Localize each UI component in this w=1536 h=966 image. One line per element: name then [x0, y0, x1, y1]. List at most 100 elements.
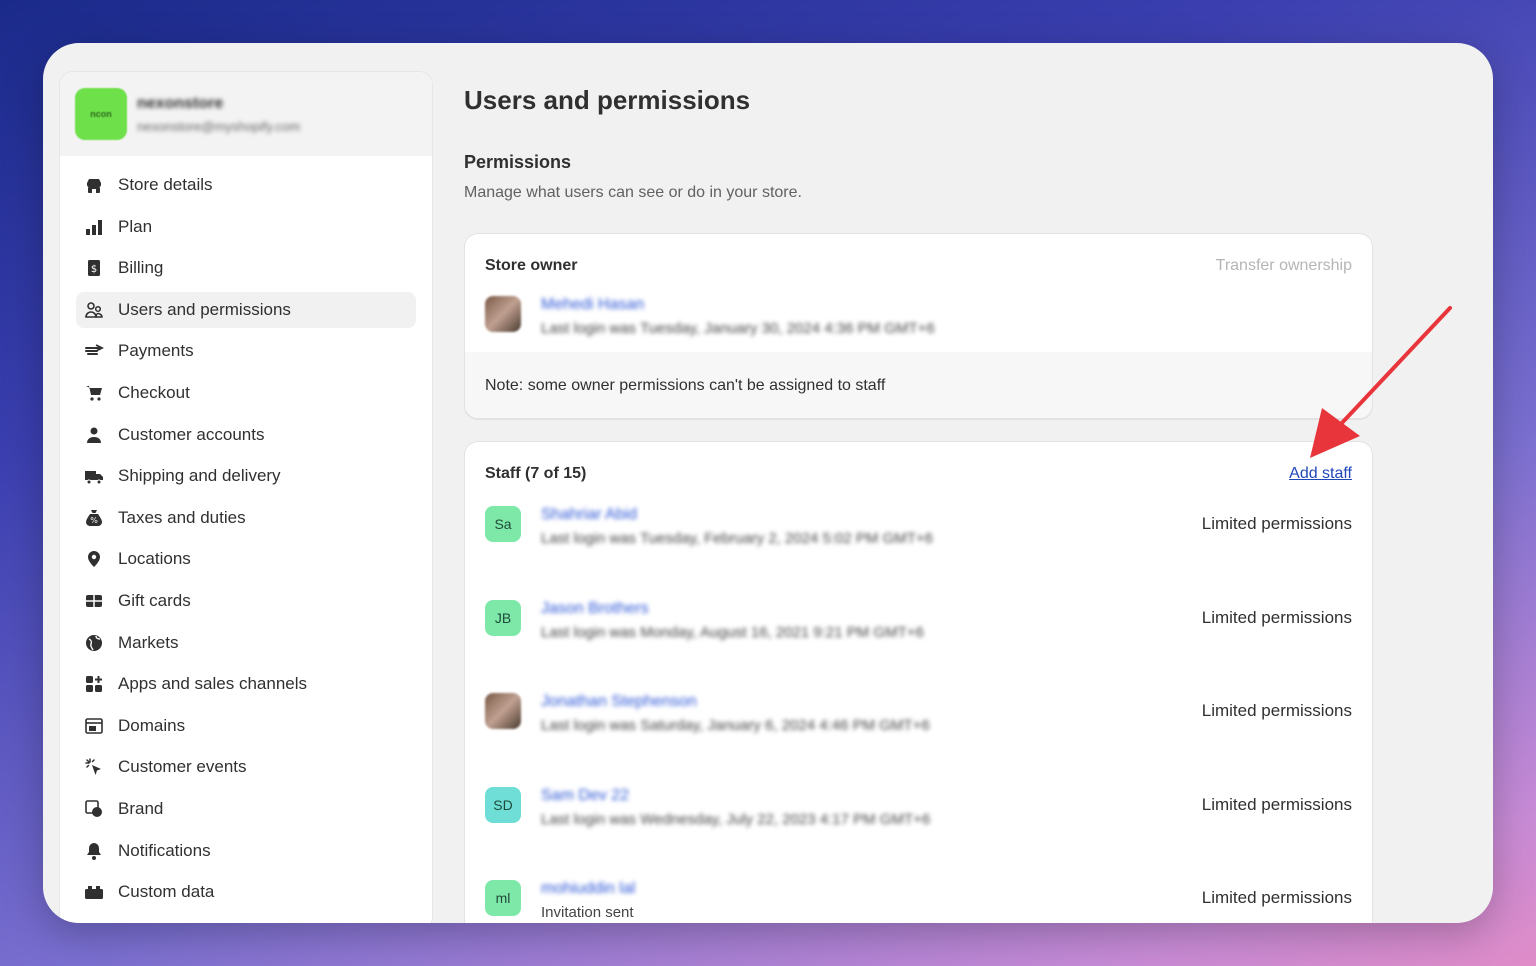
staff-permission-level: Limited permissions — [1201, 888, 1352, 907]
person-icon — [84, 425, 104, 445]
sidebar-item-label: Checkout — [118, 382, 190, 402]
sidebar-item-users-and-permissions[interactable]: Users and permissions — [76, 291, 416, 328]
sidebar-item-label: Users and permissions — [118, 299, 291, 319]
bell-icon — [84, 841, 104, 861]
sidebar-item-gift-cards[interactable]: Gift cards — [76, 583, 416, 619]
sidebar-item-label: Customer accounts — [118, 424, 265, 444]
staff-row[interactable]: JB Jason Brothers Last login was Monday, A… — [485, 599, 924, 641]
gift-card-icon — [84, 591, 104, 611]
staff-last-login: Invitation sent — [541, 904, 634, 921]
owner-note: Note: some owner permissions can't be as… — [465, 352, 1372, 418]
settings-nav: Store details Plan $ Billing Users and permi… — [60, 156, 432, 910]
brand-icon — [84, 799, 104, 819]
staff-avatar: Sa — [485, 506, 521, 542]
payments-icon — [84, 341, 104, 361]
staff-permission-level: Limited permissions — [1201, 607, 1352, 627]
svg-text:$: $ — [91, 264, 97, 275]
add-staff-button[interactable]: Add staff — [1289, 465, 1352, 483]
sidebar-item-payments[interactable]: Payments — [76, 333, 416, 369]
owner-last-login: Last login was Tuesday, January 30, 2024… — [541, 320, 935, 337]
store-owner-card: Store owner Transfer ownership Mehedi Ha… — [464, 233, 1373, 419]
sidebar-item-label: Brand — [118, 798, 164, 818]
staff-card: Staff (7 of 15) Add staff Sa Shahriar Abi… — [464, 441, 1373, 923]
plan-icon — [84, 217, 104, 237]
sidebar-item-label: Store details — [118, 175, 213, 194]
tax-icon: % — [84, 508, 104, 528]
settings-sidebar: ncon nexonstore nexonstore@myshopify.com… — [59, 71, 433, 923]
sidebar-item-custom-data[interactable]: Custom data — [76, 874, 416, 910]
staff-title: Staff (7 of 15) — [485, 465, 587, 482]
sidebar-item-label: Plan — [118, 216, 153, 236]
page-title: Users and permissions — [464, 85, 751, 115]
staff-avatar: ml — [485, 880, 521, 916]
billing-icon: $ — [84, 258, 104, 278]
staff-permission-level: Limited permissions — [1201, 794, 1352, 814]
staff-last-login: Last login was Wednesday, July 22, 2023 … — [541, 810, 931, 828]
sidebar-item-plan[interactable]: Plan — [76, 209, 416, 245]
staff-name[interactable]: mohiuddin lal — [541, 880, 635, 898]
transfer-ownership-button[interactable]: Transfer ownership — [1216, 257, 1352, 275]
main-content: Users and permissions Permissions Manage… — [464, 43, 1493, 923]
staff-name[interactable]: Shahriar Abid — [541, 506, 933, 524]
staff-row[interactable]: Sa Shahriar Abid Last login was Tuesday, F… — [485, 506, 933, 547]
custom-data-icon — [84, 882, 104, 902]
owner-name[interactable]: Mehedi Hasan — [541, 296, 935, 314]
sidebar-item-markets[interactable]: Markets — [76, 625, 416, 661]
sidebar-item-label: Billing — [118, 258, 164, 278]
store-email: nexonstore@myshopify.com — [137, 118, 301, 134]
staff-name[interactable]: Sam Dev 22 — [541, 787, 930, 805]
staff-row[interactable]: Jonathan Stephenson Last login was Saturd… — [485, 693, 930, 734]
staff-last-login: Last login was Monday, August 16, 2021 9… — [541, 623, 924, 641]
store-header[interactable]: ncon nexonstore nexonstore@myshopify.com — [60, 72, 432, 156]
sidebar-item-customer-accounts[interactable]: Customer accounts — [76, 417, 416, 453]
staff-avatar: SD — [485, 786, 521, 823]
sidebar-item-apps-and-sales-channels[interactable]: Apps and sales channels — [76, 666, 416, 702]
sidebar-item-billing[interactable]: $ Billing — [76, 250, 416, 286]
sidebar-item-label: Apps and sales channels — [118, 674, 308, 694]
sidebar-item-locations[interactable]: Locations — [76, 541, 416, 577]
svg-text:%: % — [90, 516, 98, 525]
staff-row[interactable]: SD Sam Dev 22 Last login was Wednesday, Ju… — [485, 786, 931, 828]
sidebar-item-store-details[interactable]: Store details — [76, 167, 416, 203]
truck-icon — [84, 466, 104, 486]
apps-icon — [84, 674, 104, 694]
sidebar-item-label: Custom data — [118, 882, 215, 902]
staff-name[interactable]: Jason Brothers — [541, 600, 924, 618]
domains-icon — [84, 716, 104, 736]
sidebar-item-label: Notifications — [118, 840, 211, 860]
sidebar-item-taxes-and-duties[interactable]: % Taxes and duties — [76, 500, 416, 536]
users-icon — [84, 300, 104, 320]
store-icon — [84, 175, 104, 195]
sidebar-item-label: Locations — [118, 549, 191, 569]
permissions-heading: Permissions — [464, 152, 572, 172]
owner-row[interactable]: Mehedi Hasan Last login was Tuesday, Jan… — [485, 296, 935, 337]
globe-icon — [84, 633, 104, 653]
cursor-click-icon — [84, 757, 104, 777]
sidebar-item-label: Taxes and duties — [118, 507, 246, 527]
sidebar-item-customer-events[interactable]: Customer events — [76, 749, 416, 785]
sidebar-item-label: Shipping and delivery — [118, 466, 281, 486]
staff-avatar — [485, 693, 521, 729]
sidebar-item-domains[interactable]: Domains — [76, 708, 416, 744]
staff-permission-level: Limited permissions — [1201, 701, 1352, 720]
staff-last-login: Last login was Saturday, January 6, 2024… — [541, 717, 930, 734]
staff-last-login: Last login was Tuesday, February 2, 2024… — [541, 530, 934, 547]
staff-row[interactable]: ml mohiuddin lal Invitation sent — [485, 880, 635, 921]
sidebar-item-shipping-and-delivery[interactable]: Shipping and delivery — [76, 458, 416, 494]
sidebar-item-notifications[interactable]: Notifications — [76, 833, 416, 869]
sidebar-item-brand[interactable]: Brand — [76, 791, 416, 827]
sidebar-item-label: Domains — [118, 715, 186, 735]
staff-name[interactable]: Jonathan Stephenson — [541, 693, 930, 711]
cart-icon — [84, 383, 104, 403]
store-name: nexonstore — [137, 94, 224, 112]
sidebar-item-label: Payments — [118, 341, 194, 361]
sidebar-item-checkout[interactable]: Checkout — [76, 375, 416, 411]
settings-window: ncon nexonstore nexonstore@myshopify.com… — [43, 43, 1493, 923]
sidebar-item-label: Customer events — [118, 757, 247, 777]
store-logo: ncon — [75, 88, 127, 140]
store-owner-title: Store owner — [485, 257, 578, 274]
location-pin-icon — [84, 549, 104, 569]
sidebar-item-label: Gift cards — [118, 590, 191, 610]
sidebar-item-label: Markets — [118, 632, 179, 652]
staff-permission-level: Limited permissions — [1201, 514, 1352, 533]
